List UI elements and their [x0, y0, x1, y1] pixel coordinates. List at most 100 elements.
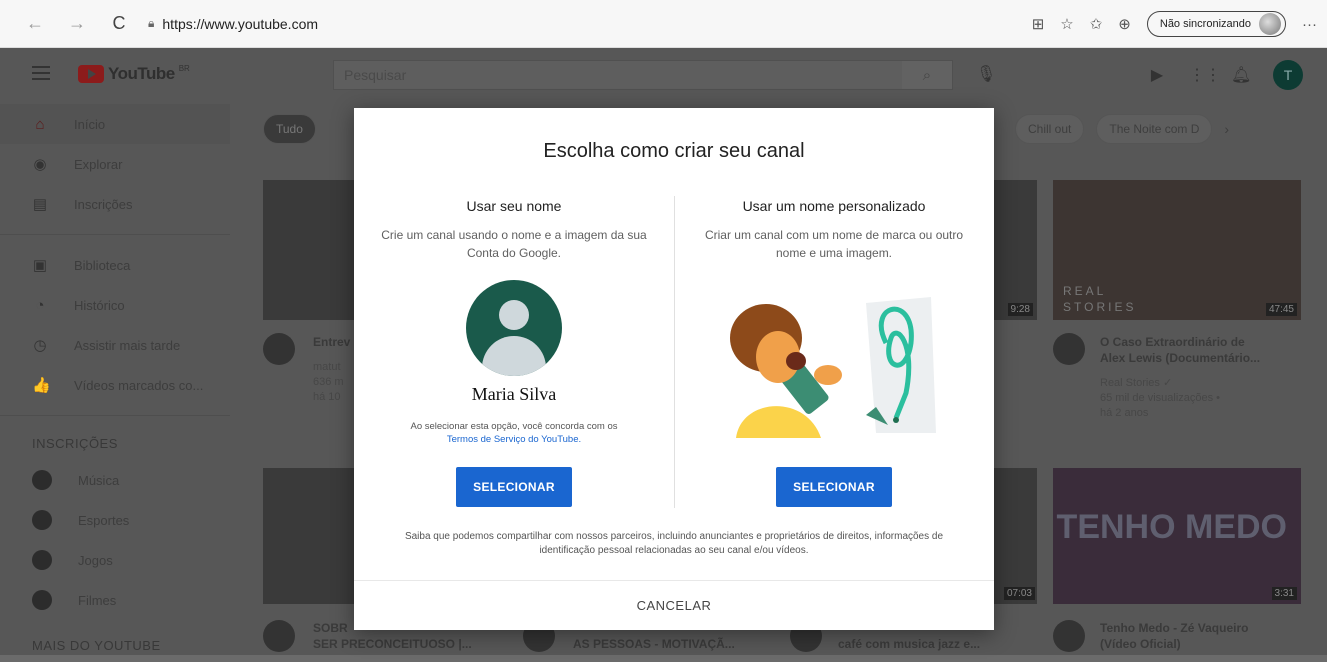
- favorites-icon[interactable]: ✩: [1090, 15, 1103, 33]
- browser-toolbar: ← → C 🔒︎ https://www.youtube.com ⊞ ☆ ✩ ⊕…: [0, 0, 1327, 48]
- privacy-footnote: Saiba que podemos compartilhar com nosso…: [404, 531, 944, 556]
- sidebar-item-label: Esportes: [78, 512, 130, 528]
- collections-icon[interactable]: ⊕: [1118, 15, 1131, 33]
- sync-label: Não sincronizando: [1159, 18, 1251, 30]
- option-custom-name: Usar um nome personalizado Criar um cana…: [674, 198, 994, 262]
- option-description: Crie um canal usando o nome e a imagem d…: [381, 228, 647, 260]
- channel-avatar: [32, 590, 52, 610]
- thumbnail-text: STORIES: [1063, 300, 1137, 314]
- thumbnail-text: TENHO MEDO: [1056, 508, 1287, 546]
- sidebar-sub-esportes[interactable]: Esportes: [0, 500, 230, 540]
- video-thumbnail[interactable]: 07:03: [993, 468, 1037, 604]
- video-title[interactable]: (Vídeo Oficial): [1100, 636, 1181, 652]
- video-title[interactable]: O Caso Extraordinário de: [1100, 334, 1245, 350]
- video-meta: há 10: [313, 391, 341, 403]
- chip-tudo[interactable]: Tudo: [263, 114, 316, 144]
- user-avatar[interactable]: T: [1273, 60, 1303, 90]
- avatar-body: [482, 336, 546, 376]
- sidebar-item-inicio[interactable]: ⌂ Início: [0, 104, 230, 144]
- video-title[interactable]: café com musica jazz e...: [838, 636, 980, 652]
- more-youtube-header: MAIS DO YOUTUBE: [32, 637, 161, 653]
- channel-avatar[interactable]: [1053, 333, 1085, 365]
- filter-chips-right: Chill out The Noite com D ›: [1015, 114, 1229, 144]
- video-meta: matut: [313, 361, 341, 373]
- sidebar-item-videos-marcados[interactable]: 👍 Vídeos marcados co...: [0, 365, 230, 405]
- notifications-bell-icon[interactable]: 🔔︎: [1231, 65, 1251, 85]
- sidebar-item-biblioteca[interactable]: ▣ Biblioteca: [0, 245, 230, 285]
- video-title[interactable]: SOBR: [313, 620, 348, 636]
- search-button[interactable]: ⌕: [902, 61, 952, 89]
- logo-region: BR: [178, 64, 190, 73]
- sidebar-sub-musica[interactable]: Música: [0, 460, 230, 500]
- option-title: Usar um nome personalizado: [742, 198, 926, 214]
- option-description: Criar um canal com um nome de marca ou o…: [704, 228, 964, 260]
- select-custom-name-button[interactable]: SELECIONAR: [776, 467, 892, 507]
- video-meta: 65 mil de visualizações •: [1100, 392, 1221, 404]
- video-title[interactable]: AS PESSOAS - MOTIVAÇÃ...: [573, 636, 735, 652]
- filter-chips: Tudo: [263, 114, 316, 144]
- channel-avatar[interactable]: [263, 333, 295, 365]
- microphone-icon[interactable]: 🎙︎: [976, 64, 996, 84]
- channel-avatar[interactable]: [1053, 620, 1085, 652]
- channel-avatar[interactable]: [263, 620, 295, 652]
- video-title[interactable]: Tenho Medo - Zé Vaqueiro: [1100, 620, 1248, 636]
- channel-name[interactable]: Real Stories ✓: [1100, 376, 1172, 391]
- select-own-name-button[interactable]: SELECIONAR: [456, 467, 572, 507]
- video-duration: 47:45: [1265, 303, 1297, 316]
- cancel-button[interactable]: CANCELAR: [354, 581, 994, 630]
- terms-text: Ao selecionar esta opção, você concorda …: [410, 421, 618, 432]
- video-thumbnail[interactable]: REAL STORIES 47:45: [1053, 180, 1301, 320]
- sidebar-item-assistir-mais-tarde[interactable]: ◷ Assistir mais tarde: [0, 325, 230, 365]
- hamburger-menu-icon[interactable]: [32, 66, 50, 80]
- chip-the-noite[interactable]: The Noite com D: [1096, 114, 1213, 144]
- terms-notice: Ao selecionar esta opção, você concorda …: [374, 420, 654, 446]
- chips-next-icon[interactable]: ›: [1224, 121, 1229, 137]
- youtube-play-logo-icon: [78, 65, 104, 83]
- url-text: https://www.youtube.com: [162, 15, 319, 32]
- video-meta: há 2 anos: [1100, 407, 1149, 419]
- forward-button[interactable]: →: [62, 9, 92, 39]
- video-title[interactable]: SER PRECONCEITUOSO |...: [313, 636, 472, 652]
- channel-avatar: [32, 550, 52, 570]
- video-thumbnail[interactable]: TENHO MEDO 3:31: [1053, 468, 1301, 604]
- sidebar-item-label: Histórico: [74, 297, 125, 313]
- library-icon: ▣: [32, 257, 48, 274]
- reader-view-icon[interactable]: ⊞: [1032, 15, 1045, 33]
- home-icon: ⌂: [35, 115, 45, 133]
- sync-status-button[interactable]: Não sincronizando: [1146, 11, 1286, 37]
- video-thumbnail[interactable]: [263, 180, 355, 320]
- sidebar-item-label: Jogos: [78, 552, 113, 568]
- youtube-logo[interactable]: YouTube BR: [78, 64, 190, 84]
- subscriptions-icon: ▤: [32, 196, 48, 213]
- address-bar[interactable]: 🔒︎ https://www.youtube.com: [148, 16, 318, 32]
- sidebar-item-historico[interactable]: ◔ Histórico: [0, 285, 230, 325]
- more-menu-icon[interactable]: ···: [1302, 16, 1317, 33]
- video-title[interactable]: Alex Lewis (Documentário...: [1100, 350, 1260, 366]
- video-thumbnail[interactable]: 9:28: [993, 180, 1037, 320]
- sidebar: ⌂ Início ◉ Explorar ▤ Inscrições ▣ Bibli…: [0, 104, 230, 655]
- video-title[interactable]: Entrev: [313, 334, 350, 350]
- terms-of-service-link[interactable]: Termos de Serviço do YouTube.: [447, 434, 581, 445]
- create-channel-dialog: Escolha como criar seu canal Usar seu no…: [354, 108, 994, 630]
- clock-icon: ◷: [33, 337, 47, 354]
- sidebar-sub-jogos[interactable]: Jogos: [0, 540, 230, 580]
- reload-button[interactable]: C: [104, 9, 134, 39]
- channel-avatar: [32, 470, 52, 490]
- sidebar-sub-filmes[interactable]: Filmes: [0, 580, 230, 620]
- back-button[interactable]: ←: [20, 9, 50, 39]
- search-input[interactable]: [334, 61, 894, 89]
- sidebar-item-label: Música: [78, 472, 120, 488]
- search-icon: ⌕: [922, 66, 932, 84]
- sidebar-item-label: Assistir mais tarde: [74, 337, 181, 353]
- sidebar-item-label: Início: [74, 116, 106, 132]
- apps-grid-icon[interactable]: ⋮⋮: [1189, 65, 1221, 85]
- add-favorite-icon[interactable]: ☆: [1060, 15, 1073, 33]
- sidebar-item-inscricoes[interactable]: ▤ Inscrições: [0, 184, 230, 224]
- sidebar-item-explorar[interactable]: ◉ Explorar: [0, 144, 230, 184]
- video-meta: 636 m: [313, 376, 344, 388]
- video-thumbnail[interactable]: [263, 468, 355, 604]
- chip-chill-out[interactable]: Chill out: [1015, 114, 1085, 144]
- sidebar-item-label: Explorar: [74, 156, 123, 172]
- header-actions: ▶ ⋮⋮ 🔔︎ T: [1147, 60, 1303, 90]
- create-video-icon[interactable]: ▶: [1147, 65, 1167, 85]
